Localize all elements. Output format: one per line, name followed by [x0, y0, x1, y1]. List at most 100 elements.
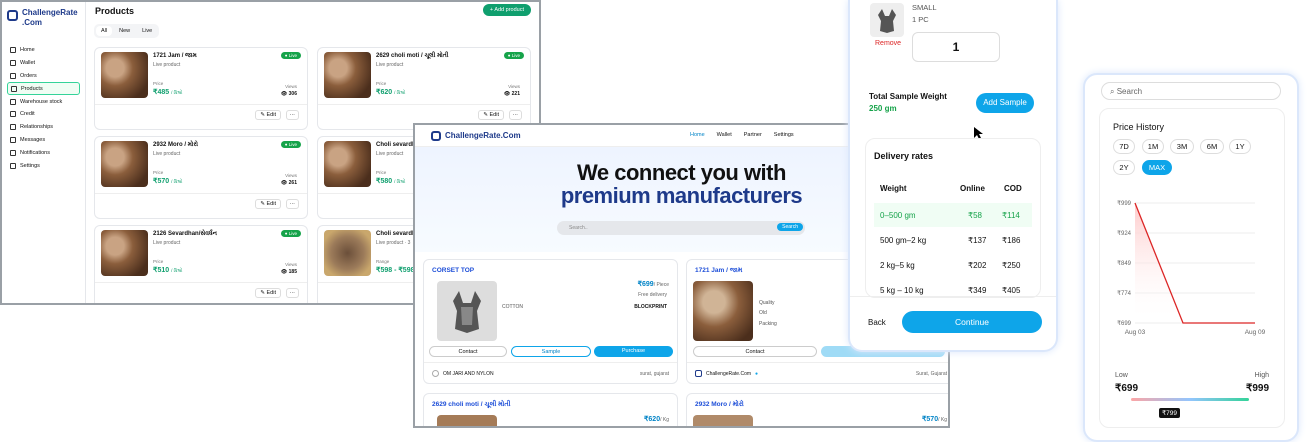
- brand-logo[interactable]: ChallengeRate.Com: [431, 130, 521, 141]
- sidebar-item-notifications[interactable]: Notifications: [7, 146, 80, 159]
- price-label: Price: [153, 170, 164, 175]
- product-status: Live product: [376, 151, 404, 157]
- delivery-title: Delivery rates: [874, 151, 934, 161]
- status-badge: ● Live: [280, 230, 301, 237]
- edit-button[interactable]: ✎ Edit: [478, 110, 504, 120]
- back-button[interactable]: Back: [868, 318, 886, 327]
- price-value: ₹620: [643, 416, 661, 423]
- price-label: Price: [376, 170, 387, 175]
- material-value: COTTON: [502, 304, 524, 310]
- edit-button[interactable]: ✎ Edit: [255, 199, 281, 209]
- sidebar-item-label: Notifications: [20, 149, 50, 156]
- price: ₹699/ Piece: [638, 280, 669, 288]
- contact-button[interactable]: Contact: [429, 346, 507, 357]
- views: 👁 185: [280, 269, 297, 275]
- sidebar-item-relationships[interactable]: Relationships: [7, 121, 80, 134]
- product-card[interactable]: CORSET TOP COTTON ₹699/ Piece Free deliv…: [423, 259, 678, 384]
- range-chip[interactable]: 2Y: [1113, 160, 1135, 175]
- product-card[interactable]: 2126 Sevardhan/સેવર્ધન Live product ● Live…: [94, 225, 308, 303]
- rate-online: ₹137: [968, 235, 987, 245]
- product-title: 2932 Moro / મોરો: [695, 401, 744, 408]
- sample-button[interactable]: Sample: [511, 346, 591, 357]
- range-chip[interactable]: 7D: [1113, 139, 1135, 154]
- col-weight: Weight: [880, 183, 907, 193]
- tab-new[interactable]: New: [114, 26, 135, 36]
- card-divider: [424, 362, 677, 363]
- range-bar: [1131, 398, 1249, 401]
- more-button[interactable]: ···: [285, 288, 299, 298]
- continue-button[interactable]: Continue: [902, 311, 1042, 333]
- product-card[interactable]: 1721 Jam / જામ Live product ● Live Price ₹48…: [94, 47, 308, 130]
- sidebar-item-orders[interactable]: Orders: [7, 70, 80, 83]
- sidebar-item-warehouse-stock[interactable]: Warehouse stock: [7, 95, 80, 108]
- contact-button[interactable]: Contact: [693, 346, 817, 357]
- range-chip[interactable]: 1Y: [1229, 139, 1251, 154]
- product-card[interactable]: 2629 choli moti / ચૂલી મોતી ₹620/ Kg: [423, 393, 678, 426]
- pack-label: 1 PC: [912, 15, 929, 24]
- sidebar-item-messages[interactable]: Messages: [7, 134, 80, 147]
- y-tick-label: ₹849: [1117, 260, 1131, 267]
- shield-icon: [7, 10, 18, 21]
- remove-button[interactable]: Remove: [875, 40, 901, 47]
- nav-icon: [11, 85, 17, 92]
- price: ₹620 / કિલો: [376, 88, 405, 96]
- tab-live[interactable]: Live: [137, 26, 157, 36]
- nav-icon: [10, 124, 16, 131]
- nav-icon: [10, 60, 16, 67]
- x-tick-label: Aug 03: [1125, 329, 1146, 336]
- price: ₹580 / કિલો: [376, 177, 405, 185]
- nav-wallet[interactable]: Wallet: [717, 132, 732, 138]
- table-header: Weight Online COD: [874, 176, 1032, 200]
- sidebar-item-settings[interactable]: Settings: [7, 159, 80, 172]
- high-value: ₹999: [1245, 383, 1269, 394]
- verified-icon: ●: [755, 370, 759, 377]
- add-product-button[interactable]: + Add product: [482, 4, 531, 16]
- tab-all[interactable]: All: [96, 26, 113, 36]
- rate-online: ₹349: [968, 285, 987, 295]
- badge-label: Live: [288, 53, 297, 58]
- y-tick-label: ₹924: [1117, 230, 1131, 237]
- nav-settings[interactable]: Settings: [774, 132, 794, 138]
- search-placeholder: Search: [1116, 87, 1143, 96]
- product-status: Live product: [153, 62, 181, 68]
- nav-icon: [10, 98, 16, 105]
- sidebar-item-home[interactable]: Home: [7, 44, 80, 57]
- price-unit: / કિલો: [171, 268, 183, 273]
- product-image: [693, 281, 753, 341]
- sidebar-item-wallet[interactable]: Wallet: [7, 57, 80, 70]
- search-input[interactable]: ⌕ Search: [1101, 82, 1281, 100]
- rate-weight: 500 gm–2 kg: [880, 235, 927, 245]
- brand-logo[interactable]: ChallengeRate.Com: [7, 8, 80, 28]
- quantity-input[interactable]: 1: [912, 32, 1000, 62]
- packing-label: Packing: [759, 321, 777, 327]
- sidebar-item-products[interactable]: Products: [7, 82, 80, 96]
- more-button[interactable]: ···: [285, 199, 299, 209]
- search-input[interactable]: Search.. Search: [557, 221, 805, 235]
- range-chip[interactable]: 6M: [1200, 139, 1224, 154]
- product-card[interactable]: 2629 choli moti / ચૂલી મોતી Live product ●…: [317, 47, 531, 130]
- nav-home[interactable]: Home: [690, 132, 705, 138]
- range-chip[interactable]: 1M: [1142, 139, 1164, 154]
- product-name: Choli sevardh: [376, 142, 416, 148]
- range-chip[interactable]: MAX: [1142, 160, 1172, 175]
- edit-label: Edit: [266, 201, 276, 207]
- size-label: SMALL: [912, 3, 937, 12]
- brand-name: ChallengeRate.Com: [445, 131, 521, 140]
- search-button[interactable]: Search: [777, 223, 803, 231]
- sidebar-item-credit[interactable]: Credit: [7, 108, 80, 121]
- more-button[interactable]: ···: [508, 110, 522, 120]
- product-card[interactable]: 2932 Moro / મોરો ₹570/ Kg: [686, 393, 948, 426]
- add-sample-button[interactable]: Add Sample: [976, 93, 1034, 113]
- nav-partner[interactable]: Partner: [744, 132, 762, 138]
- more-button[interactable]: ···: [285, 110, 299, 120]
- edit-button[interactable]: ✎ Edit: [255, 110, 281, 120]
- product-card[interactable]: 2932 Moro / મોરો Live product ● Live Price ₹…: [94, 136, 308, 219]
- purchase-button[interactable]: Purchase: [594, 346, 673, 357]
- badge-label: Live: [511, 53, 520, 58]
- edit-button[interactable]: ✎ Edit: [255, 288, 281, 298]
- status-badge: ● Live: [280, 52, 301, 59]
- edit-label: Edit: [266, 112, 276, 118]
- price: ₹570 / કિલો: [153, 177, 182, 185]
- old-label: Old: [759, 310, 767, 316]
- range-chip[interactable]: 3M: [1170, 139, 1194, 154]
